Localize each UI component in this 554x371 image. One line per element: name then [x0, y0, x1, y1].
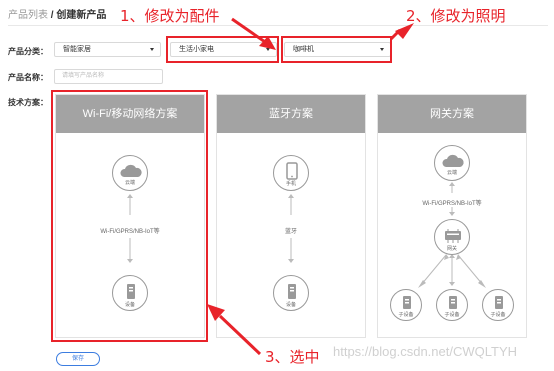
annotation-text-2: 2、修改为照明	[406, 7, 506, 25]
annotation-text-3: 3、选中	[265, 348, 320, 366]
annotation-text-1: 1、修改为配件	[120, 7, 220, 25]
watermark-text: https://blog.csdn.net/CWQLTYH	[333, 344, 517, 359]
annotation-arrows	[207, 17, 414, 356]
